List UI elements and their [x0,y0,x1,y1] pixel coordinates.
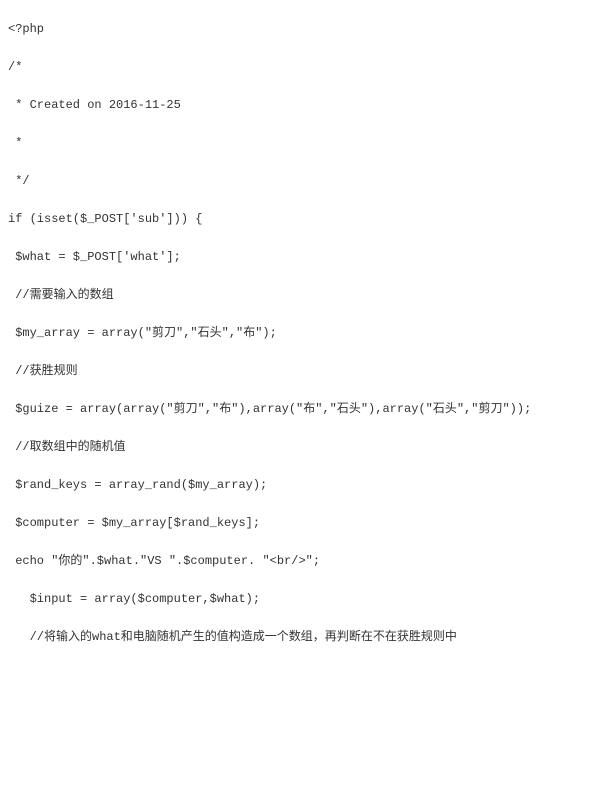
code-line: $guize = array(array("剪刀","布"),array("布"… [8,402,531,416]
code-line: $rand_keys = array_rand($my_array); [8,478,267,492]
code-line: /* [8,60,22,74]
code-line: //获胜规则 [8,364,78,378]
code-line: echo "你的".$what."VS ".$computer. "<br/>"… [8,554,320,568]
code-line: */ [8,174,30,188]
code-line: $what = $_POST['what']; [8,250,181,264]
code-line: //需要输入的数组 [8,288,114,302]
code-line: //取数组中的随机值 [8,440,126,454]
code-line: $computer = $my_array[$rand_keys]; [8,516,260,530]
code-line: $my_array = array("剪刀","石头","布"); [8,326,277,340]
code-line: $input = array($computer,$what); [8,592,260,606]
code-line: * [8,136,22,150]
code-line: if (isset($_POST['sub'])) { [8,212,202,226]
code-line: <?php [8,22,44,36]
code-line: * Created on 2016-11-25 [8,98,181,112]
code-line: //将输入的what和电脑随机产生的值构造成一个数组，再判断在不在获胜规则中 [8,630,457,644]
php-code-block: <?php /* * Created on 2016-11-25 * */ if… [8,10,595,656]
